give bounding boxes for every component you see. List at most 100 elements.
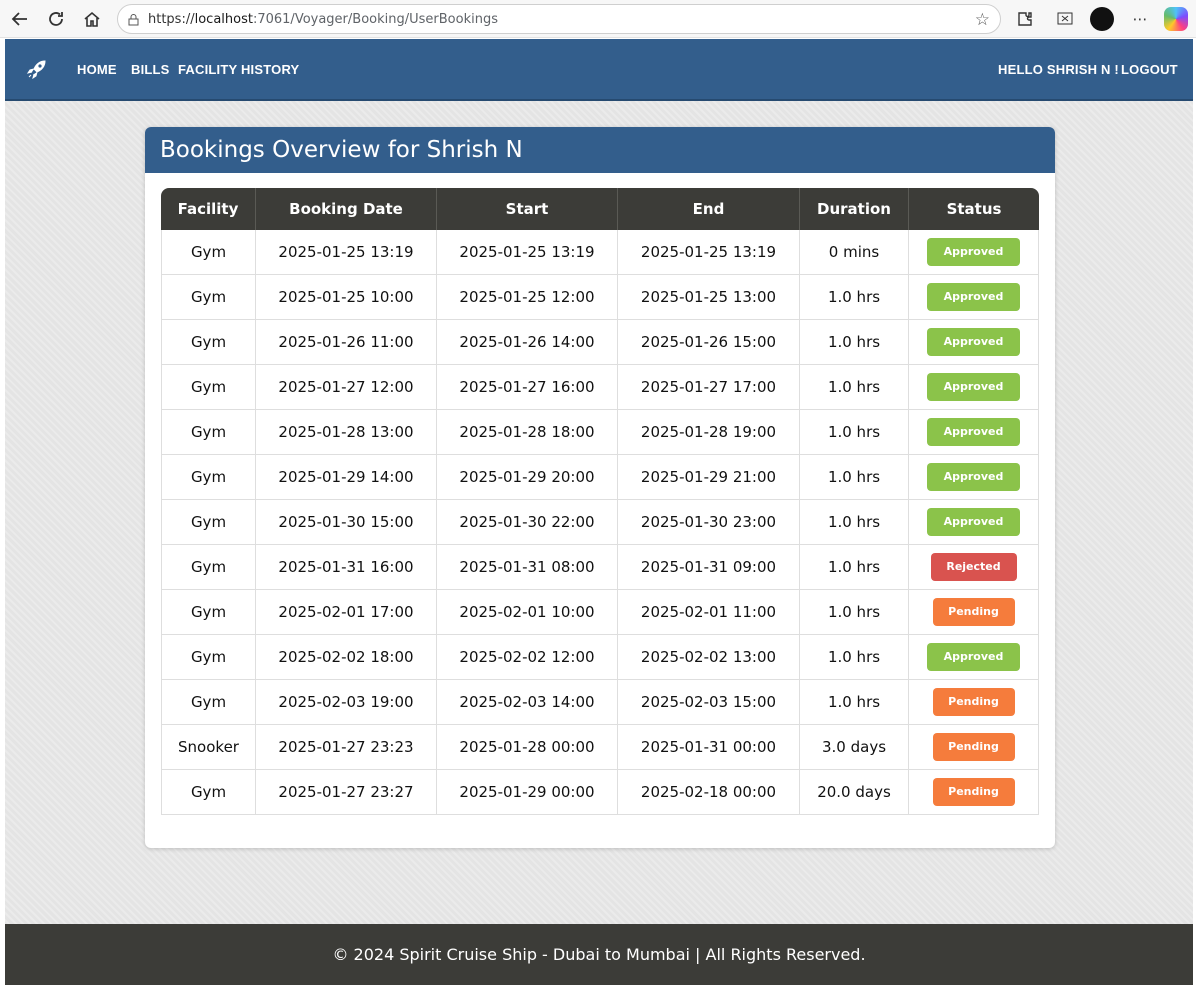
cell-duration: 1.0 hrs: [800, 275, 909, 320]
status-badge: Pending: [932, 688, 1015, 716]
cell-duration: 1.0 hrs: [800, 680, 909, 725]
user-greeting: HELLO SHRISH N !: [998, 62, 1119, 77]
cell-booking-date: 2025-01-31 16:00: [256, 545, 437, 590]
header-booking-date: Booking Date: [256, 188, 437, 230]
cell-start: 2025-01-29 00:00: [437, 770, 618, 815]
cell-booking-date: 2025-02-01 17:00: [256, 590, 437, 635]
lock-icon: [118, 13, 148, 26]
cell-start: 2025-01-28 00:00: [437, 725, 618, 770]
refresh-icon[interactable]: [43, 6, 69, 32]
cell-status: Pending: [909, 770, 1039, 815]
cell-facility: Gym: [161, 545, 256, 590]
footer: © 2024 Spirit Cruise Ship - Dubai to Mum…: [5, 924, 1193, 985]
status-badge: Pending: [932, 778, 1015, 806]
status-badge: Approved: [927, 373, 1020, 401]
status-badge: Pending: [932, 598, 1015, 626]
nav-bills-link[interactable]: BILLS: [131, 62, 170, 77]
table-row: Gym 2025-01-28 13:00 2025-01-28 18:00 2025-…: [161, 410, 1039, 455]
table-row: Gym 2025-01-29 14:00 2025-01-29 20:00 2025-…: [161, 455, 1039, 500]
cell-facility: Gym: [161, 455, 256, 500]
header-facility: Facility: [161, 188, 256, 230]
bookings-card: Bookings Overview for Shrish N Facility …: [145, 127, 1055, 848]
cell-booking-date: 2025-01-27 23:27: [256, 770, 437, 815]
cell-booking-date: 2025-01-29 14:00: [256, 455, 437, 500]
home-icon[interactable]: [79, 6, 105, 32]
status-badge: Approved: [927, 328, 1020, 356]
rocket-icon[interactable]: [25, 57, 49, 81]
cell-booking-date: 2025-01-27 23:23: [256, 725, 437, 770]
cell-facility: Gym: [161, 500, 256, 545]
cell-status: Approved: [909, 410, 1039, 455]
copilot-icon[interactable]: [1164, 7, 1188, 31]
table-row: Gym 2025-02-02 18:00 2025-02-02 12:00 2025-…: [161, 635, 1039, 680]
cell-status: Pending: [909, 590, 1039, 635]
header-duration: Duration: [800, 188, 909, 230]
cell-duration: 1.0 hrs: [800, 635, 909, 680]
cell-status: Rejected: [909, 545, 1039, 590]
cell-status: Approved: [909, 500, 1039, 545]
cell-start: 2025-01-27 16:00: [437, 365, 618, 410]
cell-booking-date: 2025-02-03 19:00: [256, 680, 437, 725]
table-row: Gym 2025-01-30 15:00 2025-01-30 22:00 2025-…: [161, 500, 1039, 545]
cell-start: 2025-01-25 13:19: [437, 230, 618, 275]
bookings-table: Facility Booking Date Start End Duration…: [161, 188, 1039, 815]
status-badge: Approved: [927, 508, 1020, 536]
nav-facility-history-link[interactable]: FACILITY HISTORY: [178, 62, 299, 77]
url-path: :7061/Voyager/Booking/UserBookings: [252, 11, 498, 27]
profile-avatar[interactable]: [1090, 7, 1114, 31]
cell-end: 2025-02-02 13:00: [618, 635, 800, 680]
cell-status: Approved: [909, 320, 1039, 365]
page-title: Bookings Overview for Shrish N: [160, 137, 523, 163]
browser-toolbar: https://localhost:7061/Voyager/Booking/U…: [0, 0, 1196, 38]
cell-booking-date: 2025-01-25 10:00: [256, 275, 437, 320]
screenshot-icon[interactable]: [1053, 7, 1077, 31]
cell-booking-date: 2025-01-26 11:00: [256, 320, 437, 365]
cell-facility: Gym: [161, 680, 256, 725]
table-row: Gym 2025-01-27 12:00 2025-01-27 16:00 2025-…: [161, 365, 1039, 410]
cell-facility: Gym: [161, 590, 256, 635]
cell-status: Approved: [909, 365, 1039, 410]
table-row: Gym 2025-01-27 23:27 2025-01-29 00:00 2025-…: [161, 770, 1039, 815]
cell-end: 2025-02-01 11:00: [618, 590, 800, 635]
cell-duration: 1.0 hrs: [800, 455, 909, 500]
table-row: Gym 2025-01-26 11:00 2025-01-26 14:00 2025-…: [161, 320, 1039, 365]
header-status: Status: [909, 188, 1039, 230]
table-row: Snooker 2025-01-27 23:23 2025-01-28 00:00 2…: [161, 725, 1039, 770]
status-badge: Approved: [927, 643, 1020, 671]
address-bar[interactable]: https://localhost:7061/Voyager/Booking/U…: [117, 4, 1001, 34]
cell-status: Approved: [909, 635, 1039, 680]
status-badge: Approved: [927, 418, 1020, 446]
cell-start: 2025-01-25 12:00: [437, 275, 618, 320]
cell-facility: Gym: [161, 275, 256, 320]
cell-status: Pending: [909, 725, 1039, 770]
table-row: Gym 2025-01-25 10:00 2025-01-25 12:00 2025-…: [161, 275, 1039, 320]
cell-start: 2025-01-29 20:00: [437, 455, 618, 500]
status-badge: Pending: [932, 733, 1015, 761]
cell-start: 2025-01-28 18:00: [437, 410, 618, 455]
cell-end: 2025-01-27 17:00: [618, 365, 800, 410]
cell-booking-date: 2025-01-27 12:00: [256, 365, 437, 410]
nav-home-link[interactable]: HOME: [77, 62, 117, 77]
top-navbar: HOME BILLS FACILITY HISTORY HELLO SHRISH…: [5, 39, 1193, 101]
cell-duration: 3.0 days: [800, 725, 909, 770]
cell-facility: Gym: [161, 365, 256, 410]
bookings-table-wrap: Facility Booking Date Start End Duration…: [161, 188, 1039, 815]
more-menu-icon[interactable]: ⋯: [1128, 7, 1152, 31]
cell-end: 2025-01-29 21:00: [618, 455, 800, 500]
cell-start: 2025-02-02 12:00: [437, 635, 618, 680]
extensions-icon[interactable]: [1013, 7, 1037, 31]
url-host: localhost: [194, 11, 253, 27]
cell-start: 2025-02-01 10:00: [437, 590, 618, 635]
favorite-star-icon[interactable]: ☆: [975, 10, 990, 30]
footer-copyright: © 2024 Spirit Cruise Ship - Dubai to Mum…: [332, 945, 866, 964]
cell-status: Approved: [909, 230, 1039, 275]
status-badge: Approved: [927, 463, 1020, 491]
cell-status: Approved: [909, 455, 1039, 500]
cell-facility: Snooker: [161, 725, 256, 770]
url-prefix: https://: [148, 11, 195, 27]
status-badge: Approved: [927, 238, 1020, 266]
table-row: Gym 2025-01-31 16:00 2025-01-31 08:00 2025-…: [161, 545, 1039, 590]
cell-end: 2025-01-25 13:19: [618, 230, 800, 275]
back-arrow-icon[interactable]: [7, 6, 33, 32]
logout-link[interactable]: LOGOUT: [1121, 62, 1178, 77]
